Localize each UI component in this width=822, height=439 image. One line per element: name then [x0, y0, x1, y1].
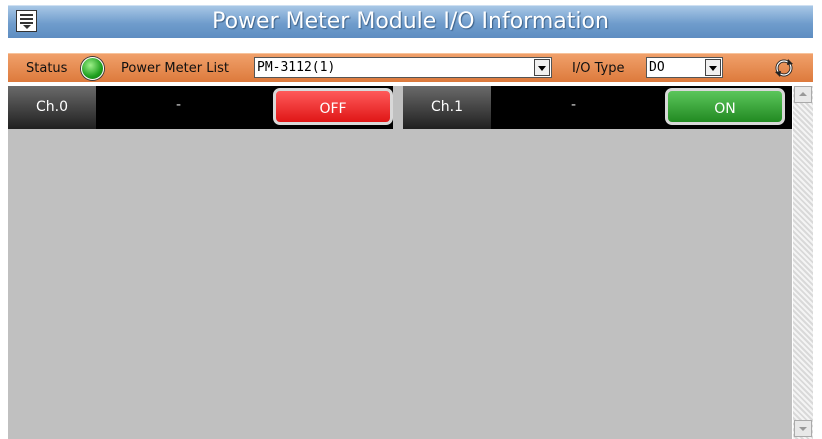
- io-type-select[interactable]: DO: [646, 57, 723, 78]
- title-bar: Power Meter Module I/O Information: [8, 5, 813, 38]
- power-meter-list-value: PM-3112(1): [257, 60, 336, 75]
- channel-row: Ch.0 - OFF: [8, 86, 395, 129]
- channel-panel: Ch.0 - OFF Ch.1 - ON: [8, 86, 792, 439]
- refresh-icon[interactable]: [774, 58, 794, 78]
- channel-value: -: [571, 97, 577, 113]
- page-title: Power Meter Module I/O Information: [212, 9, 609, 34]
- power-meter-list-select[interactable]: PM-3112(1): [254, 57, 552, 78]
- chevron-down-icon[interactable]: [534, 59, 550, 76]
- channel-row: Ch.1 - ON: [403, 86, 792, 129]
- vertical-scrollbar[interactable]: [793, 86, 813, 439]
- scroll-up-icon[interactable]: [794, 86, 812, 103]
- power-meter-list-label: Power Meter List: [121, 61, 229, 76]
- channel-name: Ch.1: [403, 86, 491, 129]
- chevron-down-icon[interactable]: [705, 59, 721, 76]
- channel-name: Ch.0: [8, 86, 96, 129]
- channel-1-toggle-button[interactable]: ON: [665, 88, 785, 125]
- channel-0-toggle-button[interactable]: OFF: [273, 88, 393, 125]
- channel-value: -: [176, 97, 182, 113]
- scroll-down-icon[interactable]: [794, 420, 812, 437]
- toolbar: Status Power Meter List PM-3112(1) I/O T…: [8, 53, 813, 82]
- status-label: Status: [26, 61, 68, 76]
- io-type-value: DO: [649, 60, 665, 75]
- io-type-label: I/O Type: [572, 61, 625, 76]
- status-indicator: [81, 57, 104, 80]
